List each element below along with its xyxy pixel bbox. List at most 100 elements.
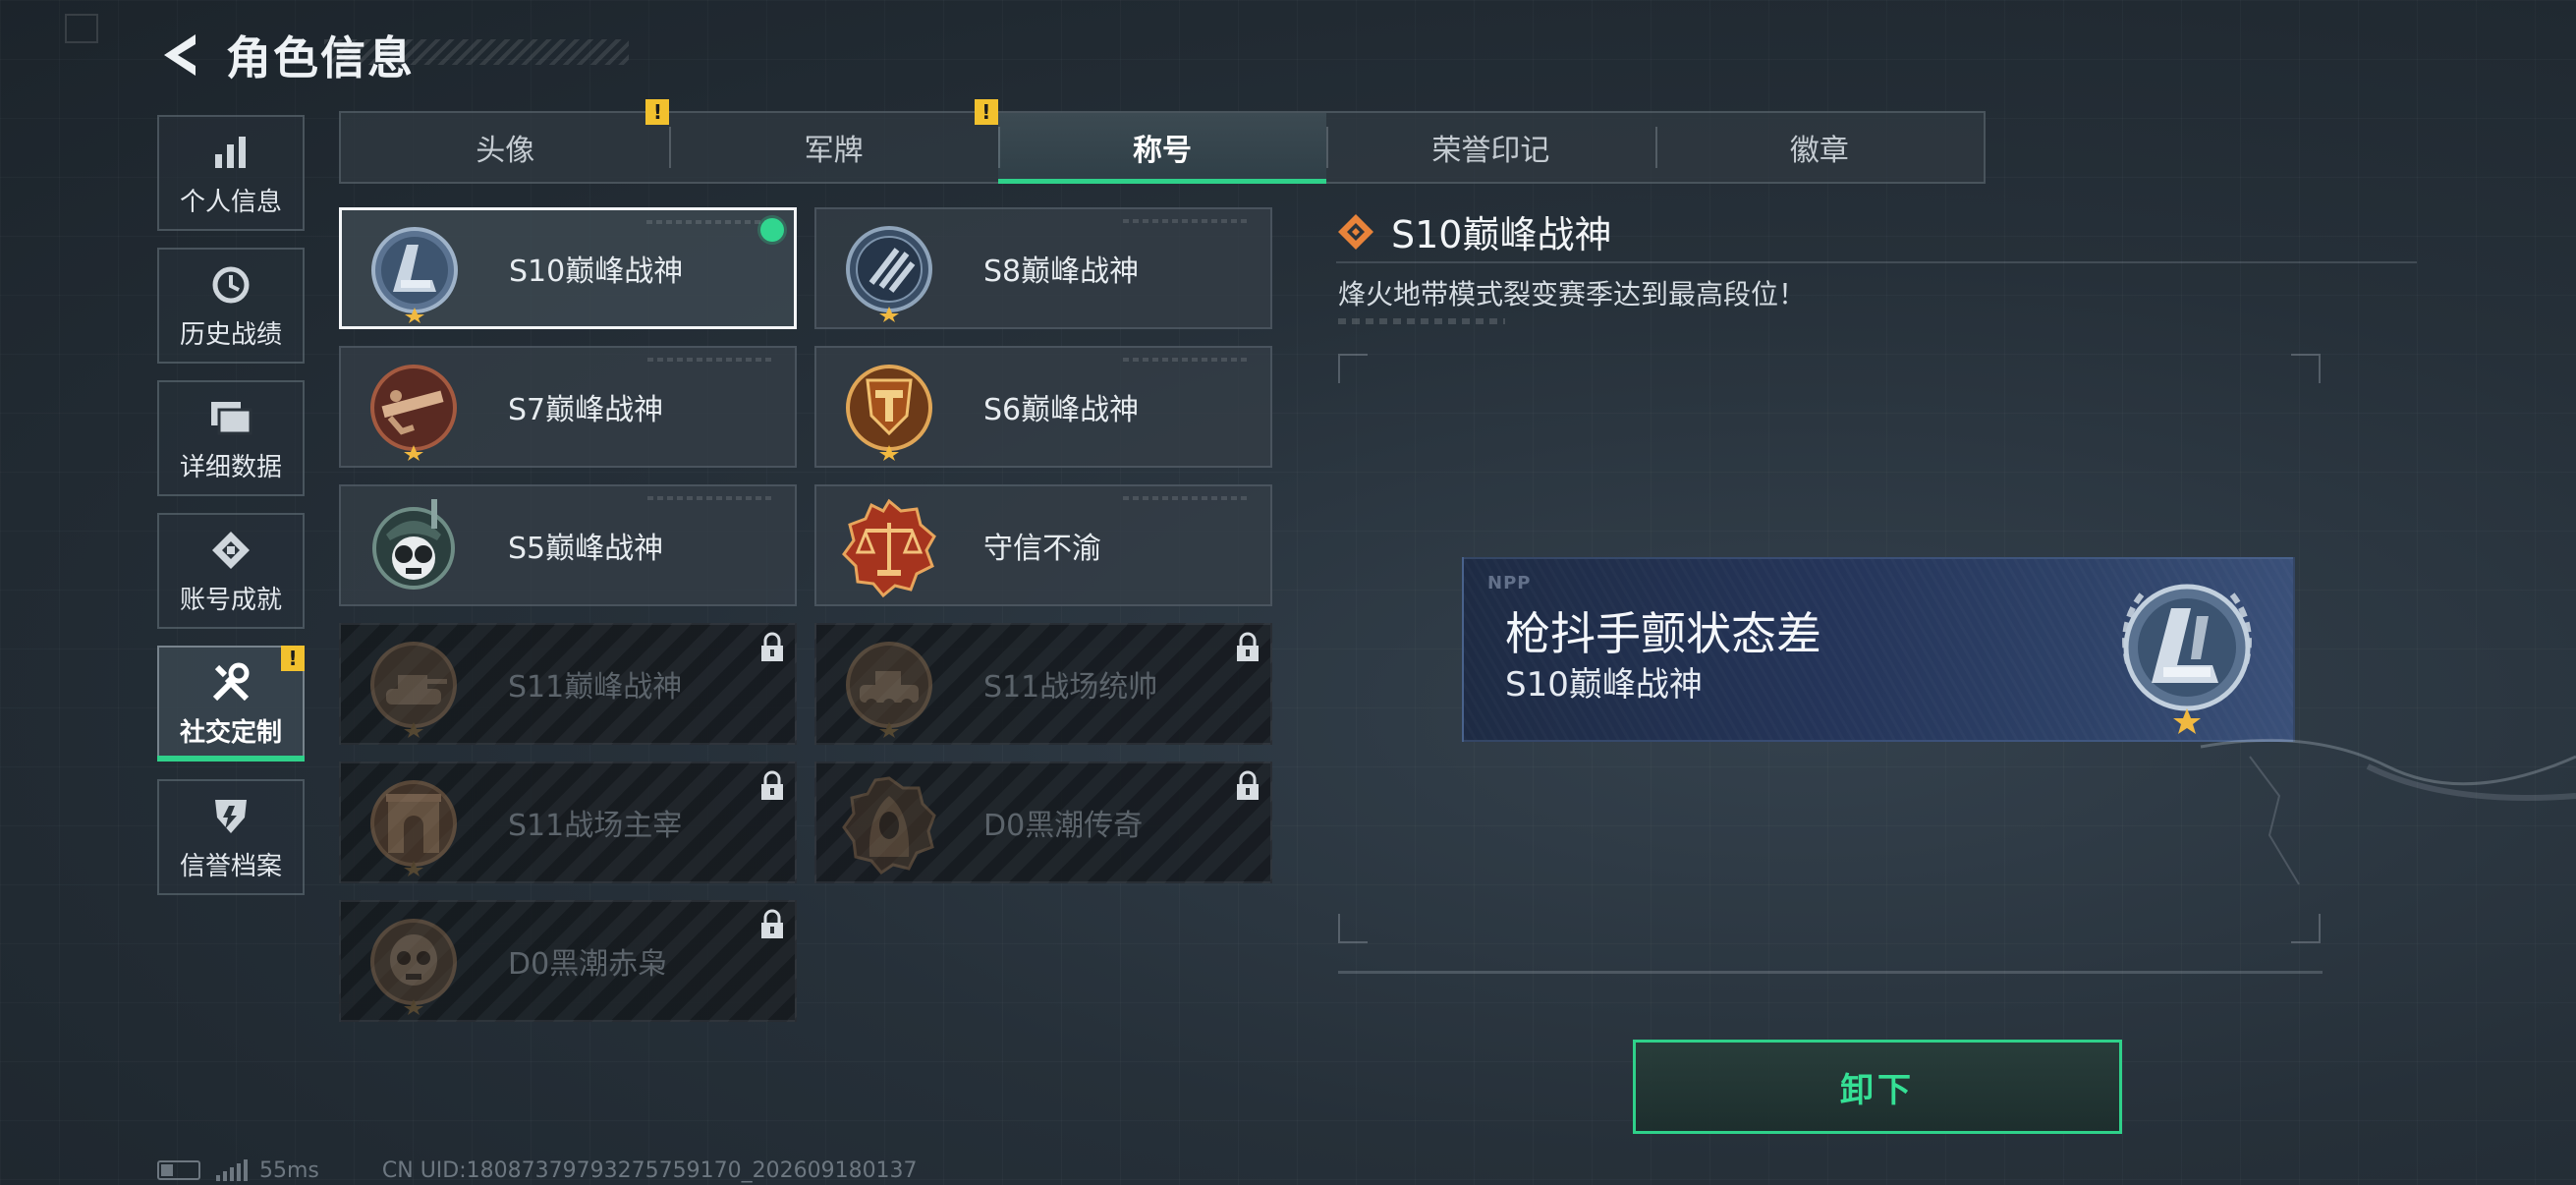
- armored-vehicle-emblem-icon: [846, 642, 932, 738]
- title-name: S11战场统帅: [983, 670, 1158, 705]
- bar-chart-icon: [207, 129, 254, 176]
- lock-icon: [1237, 770, 1259, 800]
- title-card-s8[interactable]: S8巅峰战神: [814, 207, 1272, 329]
- tab-label: 徽章: [1789, 134, 1849, 168]
- title-name: S11巅峰战神: [508, 670, 683, 705]
- card-deco: [647, 496, 775, 500]
- s7-emblem-icon: [370, 365, 457, 461]
- title-name: S8巅峰战神: [983, 254, 1140, 289]
- title-card-trust[interactable]: 守信不渝: [814, 484, 1272, 606]
- banner-logo: NPP: [1487, 573, 1532, 593]
- title-name: S6巅峰战神: [983, 393, 1140, 427]
- arch-emblem-icon: [370, 780, 457, 876]
- title-card-s11-peak[interactable]: S11巅峰战神: [339, 623, 797, 745]
- corner-deco: [65, 14, 98, 43]
- sidebar-item-label: 账号成就: [179, 585, 282, 615]
- sidebar-item-credit[interactable]: 信誉档案: [157, 779, 305, 895]
- warning-badge: !: [281, 646, 305, 671]
- tab-label: 称号: [1133, 134, 1193, 168]
- warning-badge: !: [645, 99, 670, 125]
- tab-badges[interactable]: 徽章: [1654, 113, 1984, 182]
- title-preview-banner: NPP 枪抖手颤状态差 S10巅峰战神: [1462, 557, 2295, 742]
- signal-icon: [216, 1159, 248, 1181]
- s10-emblem-large-icon: [2122, 584, 2252, 734]
- sidebar-item-label: 历史战绩: [179, 319, 282, 350]
- sidebar-item-label: 社交定制: [179, 717, 282, 748]
- tab-label: 头像: [476, 134, 535, 168]
- title-name: S10巅峰战神: [509, 254, 684, 289]
- title-name: S11战场主宰: [508, 809, 683, 843]
- back-arrow-icon: [164, 34, 196, 76]
- ping-value: 55ms: [259, 1157, 319, 1183]
- tank-emblem-icon: [370, 642, 457, 738]
- frame-corner: [2291, 914, 2321, 943]
- battery-icon: [157, 1160, 200, 1180]
- sidebar-item-label: 详细数据: [179, 452, 282, 482]
- card-deco: [1123, 496, 1251, 500]
- hooded-figure-emblem-icon: [842, 776, 936, 875]
- detail-divider: [1336, 261, 2417, 263]
- s10-emblem-icon: [371, 227, 458, 323]
- card-deco: [1123, 219, 1251, 223]
- lock-icon: [761, 909, 783, 938]
- skull-emblem-icon: [370, 919, 457, 1015]
- title-stripes-deco: [324, 39, 629, 65]
- lock-icon: [1237, 632, 1259, 661]
- s6-emblem-icon: [846, 365, 932, 461]
- tab-label: 荣誉印记: [1431, 134, 1550, 168]
- tab-bar: 头像 ! 军牌 ! 称号 荣誉印记 徽章: [339, 99, 1986, 184]
- title-card-s11-commander[interactable]: S11战场统帅: [814, 623, 1272, 745]
- tab-dogtag[interactable]: 军牌 !: [669, 99, 998, 182]
- tab-avatar[interactable]: 头像 !: [341, 99, 670, 182]
- title-card-s11-dominator[interactable]: S11战场主宰: [339, 762, 797, 883]
- sidebar-item-achievements[interactable]: 账号成就: [157, 513, 305, 629]
- credit-shield-icon: [207, 793, 254, 840]
- tools-icon: [207, 659, 254, 706]
- status-bar: 55ms CN UID:18087379793275759170_2026091…: [157, 1156, 918, 1185]
- sidebar-item-details[interactable]: 详细数据: [157, 380, 305, 496]
- s5-emblem-icon: [372, 499, 455, 590]
- user-uid: CN UID:18087379793275759170_202609180137: [381, 1157, 918, 1183]
- sidebar-item-label: 信誉档案: [179, 851, 282, 881]
- sidebar-item-profile[interactable]: 个人信息: [157, 115, 305, 231]
- lock-icon: [761, 770, 783, 800]
- folder-icon: [207, 394, 254, 441]
- tab-honor-marks[interactable]: 荣誉印记: [1326, 113, 1654, 182]
- sidebar-item-label: 个人信息: [179, 187, 282, 217]
- title-card-s10[interactable]: S10巅峰战神: [339, 207, 797, 329]
- title-card-s5[interactable]: S5巅峰战神: [339, 484, 797, 606]
- unequip-label: 卸下: [1840, 1070, 1915, 1110]
- banner-title-name: S10巅峰战神: [1505, 665, 1703, 705]
- title-name: D0黑潮赤枭: [508, 947, 668, 982]
- sidebar-item-social[interactable]: 社交定制 !: [157, 646, 305, 762]
- detail-header: S10巅峰战神: [1336, 204, 1611, 258]
- card-deco: [647, 358, 775, 362]
- detail-description: 烽火地带模式裂变赛季达到最高段位！: [1338, 278, 1807, 310]
- frame-corner: [2291, 354, 2321, 383]
- sidebar-item-history[interactable]: 历史战绩: [157, 248, 305, 364]
- title-name: S7巅峰战神: [508, 393, 664, 427]
- scales-emblem-icon: [842, 498, 936, 598]
- detail-title: S10巅峰战神: [1391, 213, 1612, 256]
- achievement-icon: [207, 527, 254, 574]
- warning-badge: !: [974, 99, 998, 125]
- player-nickname: 枪抖手颤状态差: [1505, 607, 1821, 660]
- frame-corner: [1338, 354, 1368, 383]
- diamond-title-icon: [1338, 213, 1373, 250]
- title-card-d0-owl[interactable]: D0黑潮赤枭: [339, 900, 797, 1022]
- title-name: S5巅峰战神: [508, 532, 664, 566]
- unequip-button[interactable]: 卸下: [1633, 1040, 2122, 1134]
- lock-icon: [761, 632, 783, 661]
- preview-divider: [1338, 971, 2323, 974]
- title-card-s7[interactable]: S7巅峰战神: [339, 346, 797, 468]
- title-card-s6[interactable]: S6巅峰战神: [814, 346, 1272, 468]
- tab-titles[interactable]: 称号: [997, 113, 1327, 184]
- tab-label: 军牌: [804, 134, 864, 168]
- title-name: 守信不渝: [983, 532, 1101, 566]
- s8-emblem-icon: [846, 226, 932, 322]
- title-card-d0-legend[interactable]: D0黑潮传奇: [814, 762, 1272, 883]
- history-clock-icon: [207, 261, 254, 309]
- equipped-indicator: [760, 218, 784, 242]
- back-button[interactable]: [155, 28, 204, 83]
- detail-deco-dots: [1338, 318, 1505, 324]
